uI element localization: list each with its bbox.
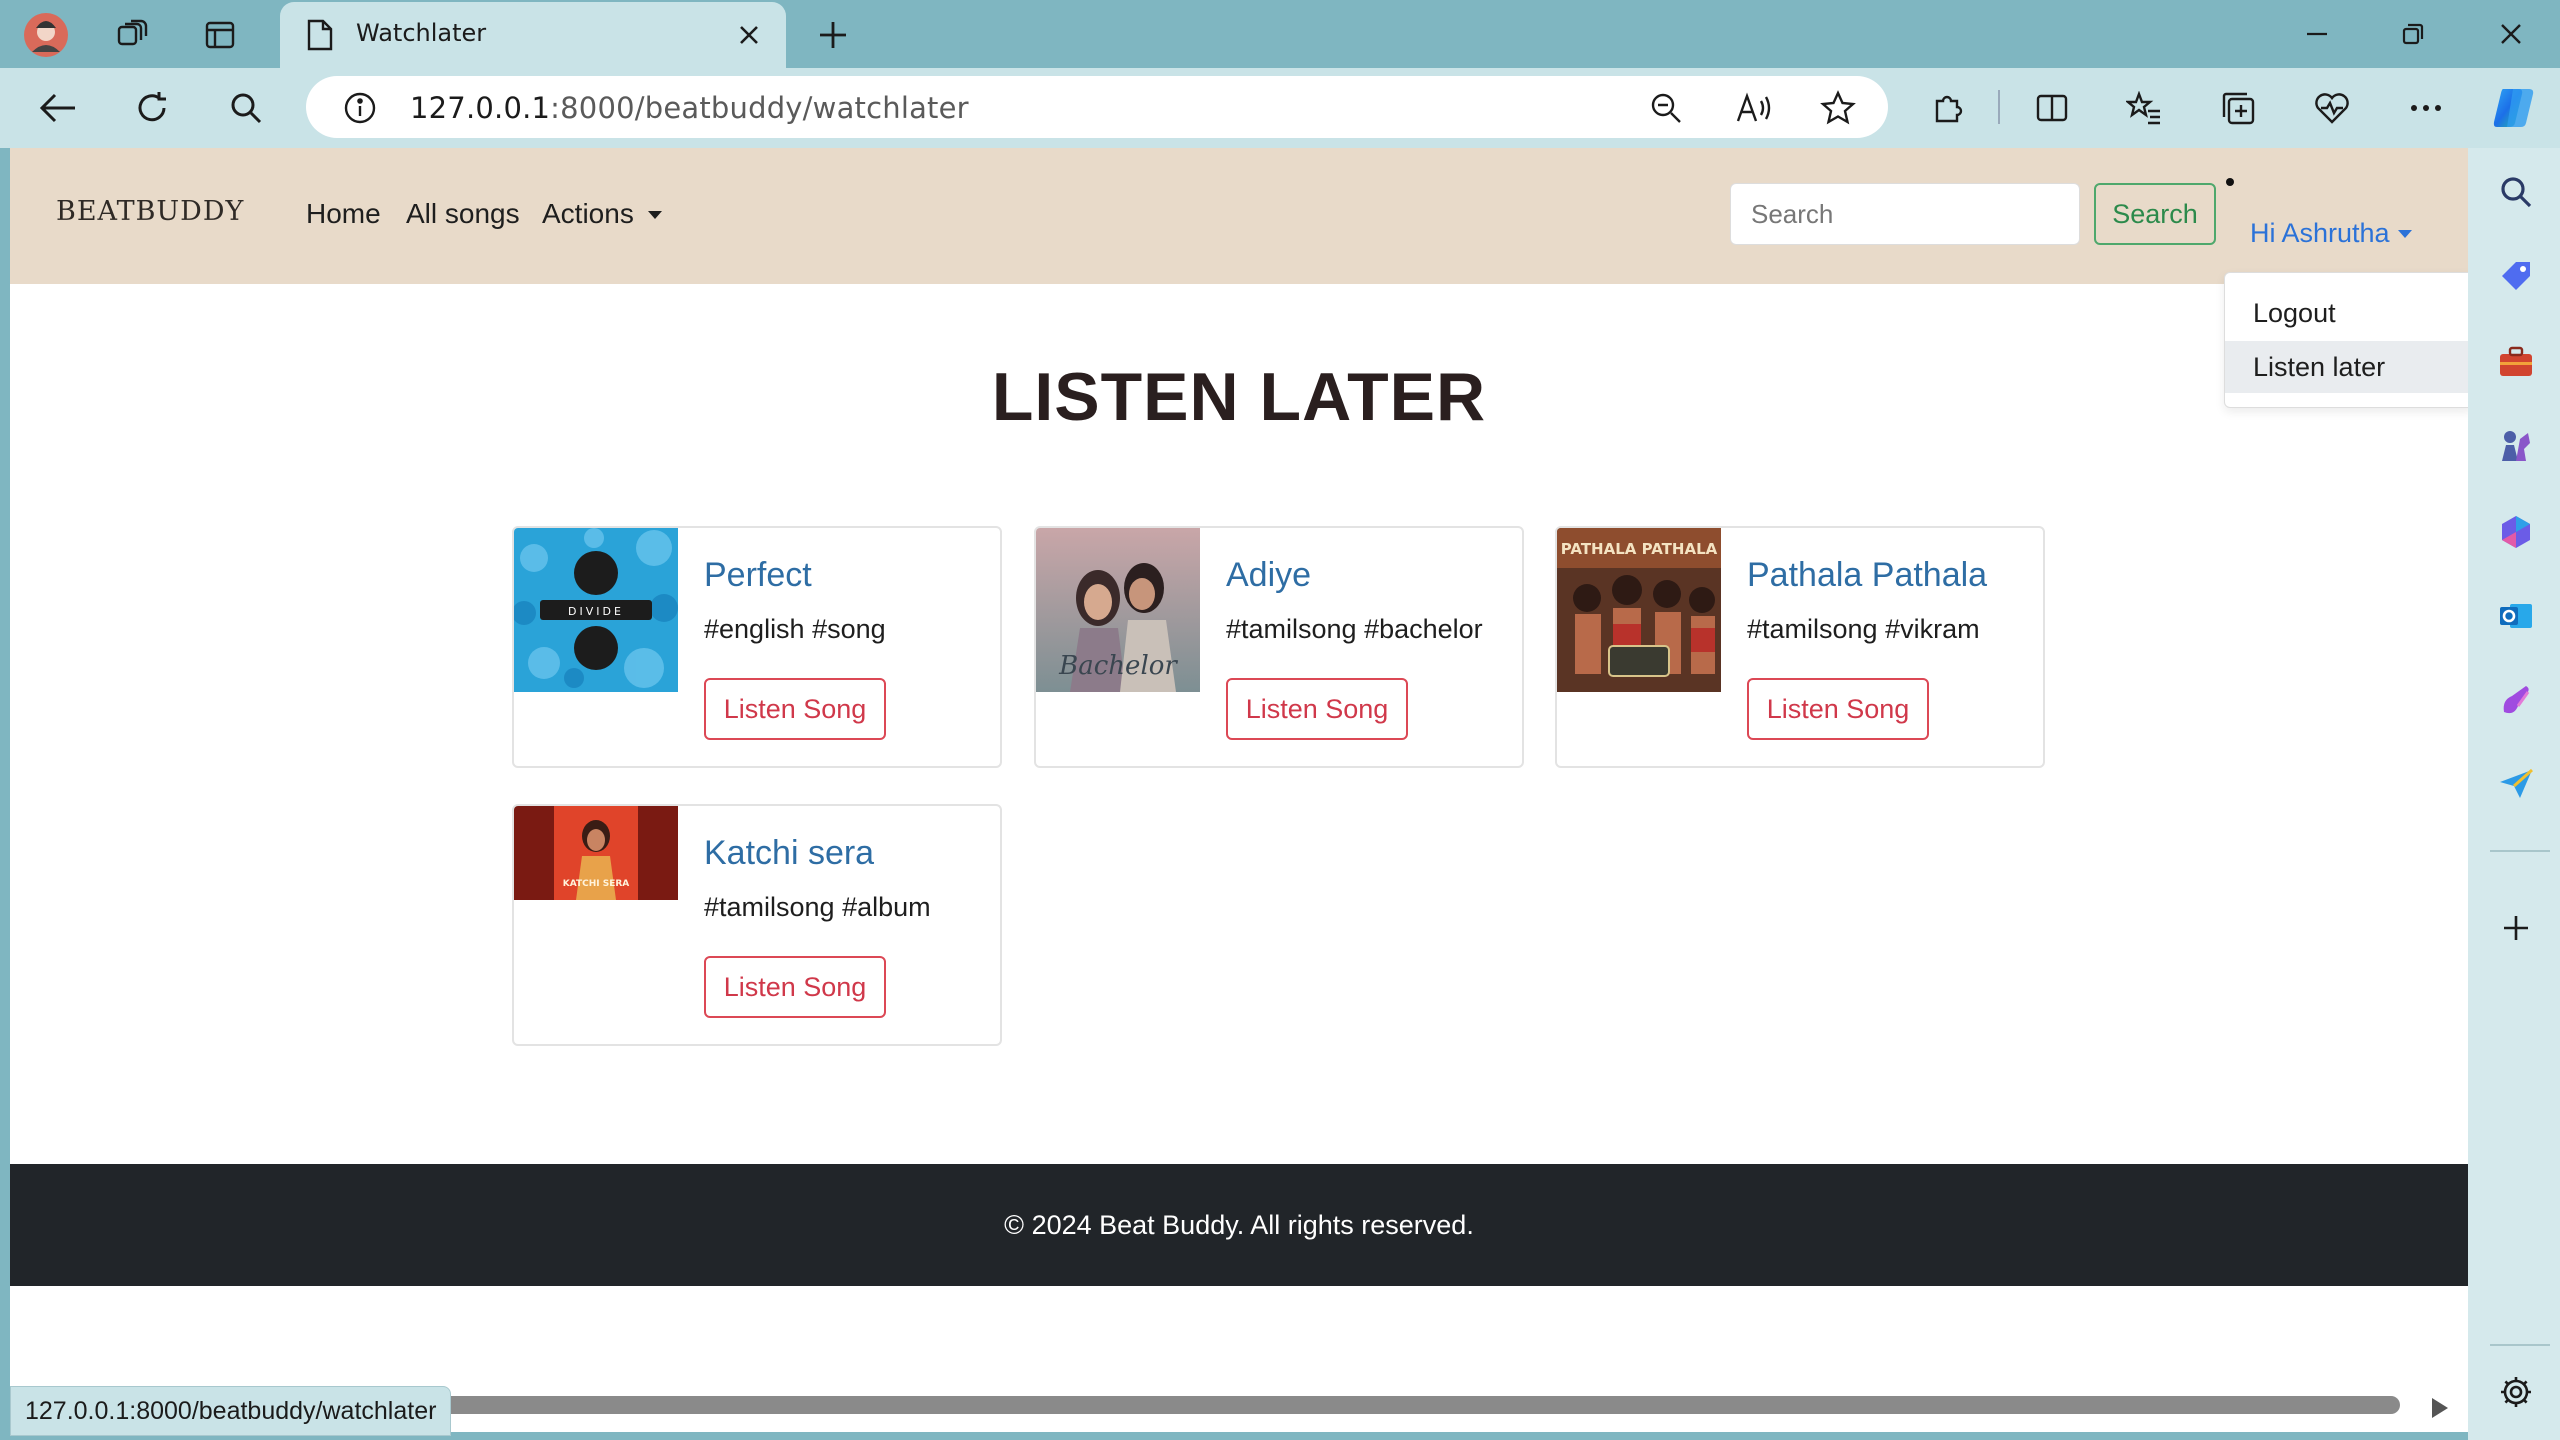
sidebar-divider — [2490, 850, 2550, 852]
song-title[interactable]: Perfect — [704, 556, 812, 595]
close-window-icon[interactable] — [2484, 12, 2538, 56]
album-art-perfect: DIVIDE — [514, 528, 678, 692]
address-bar[interactable]: 127.0.0.1:8000/beatbuddy/watchlater — [306, 76, 1888, 138]
workspaces-icon[interactable] — [108, 12, 156, 58]
url-text[interactable]: 127.0.0.1:8000/beatbuddy/watchlater — [410, 91, 969, 125]
album-art-adiye: Bachelor — [1036, 528, 1200, 692]
nav-home-link[interactable]: Home — [306, 198, 381, 230]
browser-tab-bar: Watchlater — [0, 0, 2560, 68]
user-menu-toggle[interactable]: Hi Ashrutha — [2250, 218, 2412, 249]
user-greeting: Hi Ashrutha — [2250, 218, 2390, 248]
album-art-text: DIVIDE — [568, 605, 624, 618]
album-art-text: PATHALA PATHALA — [1561, 540, 1718, 558]
song-tags: #tamilsong #album — [704, 892, 931, 922]
tools-briefcase-icon[interactable] — [2494, 340, 2538, 384]
search-input[interactable] — [1730, 183, 2080, 245]
song-card: KATCHI SERA Katchi sera #tamilsong #albu… — [512, 804, 1002, 1046]
page-icon — [302, 16, 338, 54]
search-button[interactable]: Search — [2094, 183, 2216, 245]
site-footer: © 2024 Beat Buddy. All rights reserved. — [10, 1164, 2468, 1286]
listen-song-button[interactable]: Listen Song — [704, 956, 886, 1018]
favorites-icon[interactable] — [2120, 84, 2168, 132]
search-icon[interactable] — [222, 84, 270, 132]
sidebar-divider-bottom — [2490, 1344, 2550, 1346]
site-info-icon[interactable] — [340, 88, 380, 128]
listen-song-button[interactable]: Listen Song — [704, 678, 886, 740]
listen-song-button[interactable]: Listen Song — [1747, 678, 1929, 740]
zoom-out-icon[interactable] — [1646, 88, 1686, 128]
collections-icon[interactable] — [2214, 84, 2262, 132]
microsoft-365-icon[interactable] — [2494, 510, 2538, 554]
album-art-text: KATCHI SERA — [563, 879, 630, 889]
copilot-icon[interactable] — [2486, 82, 2542, 134]
shopping-tag-icon[interactable] — [2494, 254, 2538, 298]
dropdown-item-logout[interactable]: Logout — [2225, 287, 2468, 339]
horizontal-scrollbar[interactable] — [440, 1396, 2400, 1414]
album-art-text: Bachelor — [1058, 651, 1178, 681]
extensions-icon[interactable] — [1924, 84, 1972, 132]
sidebar-search-icon[interactable] — [2494, 170, 2538, 214]
edge-sidebar — [2468, 148, 2560, 1440]
site-navbar: BEATBUDDY Home All songs Actions Search … — [10, 148, 2468, 284]
song-tags: #tamilsong #bachelor — [1226, 614, 1483, 644]
nav-actions-label: Actions — [542, 198, 634, 229]
listen-song-button[interactable]: Listen Song — [1226, 678, 1408, 740]
brand-logo[interactable]: BEATBUDDY — [56, 196, 244, 227]
song-card: PATHALA PATHALA Pathala Pathala #tamilso… — [1555, 526, 2045, 768]
restore-icon[interactable] — [2386, 12, 2440, 56]
chevron-down-icon — [2397, 230, 2412, 238]
song-title[interactable]: Adiye — [1226, 556, 1311, 595]
url-path: :8000/beatbuddy/watchlater — [550, 91, 969, 125]
browser-toolbar: 127.0.0.1:8000/beatbuddy/watchlater — [0, 68, 2560, 148]
split-screen-icon[interactable] — [2028, 84, 2076, 132]
song-card: Bachelor Adiye #tamilsong #bachelor List… — [1034, 526, 1524, 768]
read-aloud-icon[interactable] — [1732, 88, 1776, 128]
outlook-icon[interactable] — [2494, 594, 2538, 638]
tab-title: Watchlater — [356, 19, 487, 47]
back-arrow-icon[interactable] — [34, 84, 82, 132]
tab-watchlater[interactable]: Watchlater — [280, 2, 786, 68]
url-host: 127.0.0.1 — [410, 91, 551, 125]
song-tags: #english #song — [704, 614, 886, 644]
more-menu-icon[interactable] — [2402, 84, 2450, 132]
song-card: DIVIDE Perfect #english #song Listen Son… — [512, 526, 1002, 768]
minimize-icon[interactable] — [2290, 12, 2344, 56]
status-bar-url: 127.0.0.1:8000/beatbuddy/watchlater — [10, 1386, 452, 1436]
profile-avatar[interactable] — [20, 10, 72, 60]
nav-all-songs-link[interactable]: All songs — [406, 198, 520, 230]
song-tags: #tamilsong #vikram — [1747, 614, 1980, 644]
footer-text: © 2024 Beat Buddy. All rights reserved. — [1004, 1210, 1474, 1240]
tab-actions-icon[interactable] — [196, 12, 244, 58]
song-title[interactable]: Pathala Pathala — [1747, 556, 1987, 595]
chevron-down-icon — [647, 211, 662, 219]
close-tab-icon[interactable] — [732, 18, 766, 52]
favorite-star-icon[interactable] — [1818, 88, 1858, 128]
song-title[interactable]: Katchi sera — [704, 834, 874, 873]
scroll-right-arrow-icon[interactable] — [2432, 1398, 2448, 1418]
album-art-katchi-sera: KATCHI SERA — [514, 806, 678, 900]
page-title: LISTEN LATER — [991, 359, 1487, 435]
album-art-pathala: PATHALA PATHALA — [1557, 528, 1721, 692]
cursor-dot — [2226, 178, 2234, 186]
designer-icon[interactable] — [2494, 678, 2538, 722]
nav-actions-dropdown[interactable]: Actions — [542, 198, 662, 230]
add-sidebar-app-icon[interactable] — [2494, 906, 2538, 950]
sidebar-settings-gear-icon[interactable] — [2494, 1370, 2538, 1414]
page-viewport: BEATBUDDY Home All songs Actions Search … — [10, 148, 2468, 1432]
games-chess-icon[interactable] — [2494, 424, 2538, 468]
browser-essentials-icon[interactable] — [2308, 84, 2356, 132]
send-paper-plane-icon[interactable] — [2494, 762, 2538, 806]
refresh-icon[interactable] — [128, 84, 176, 132]
new-tab-icon[interactable] — [810, 12, 856, 58]
